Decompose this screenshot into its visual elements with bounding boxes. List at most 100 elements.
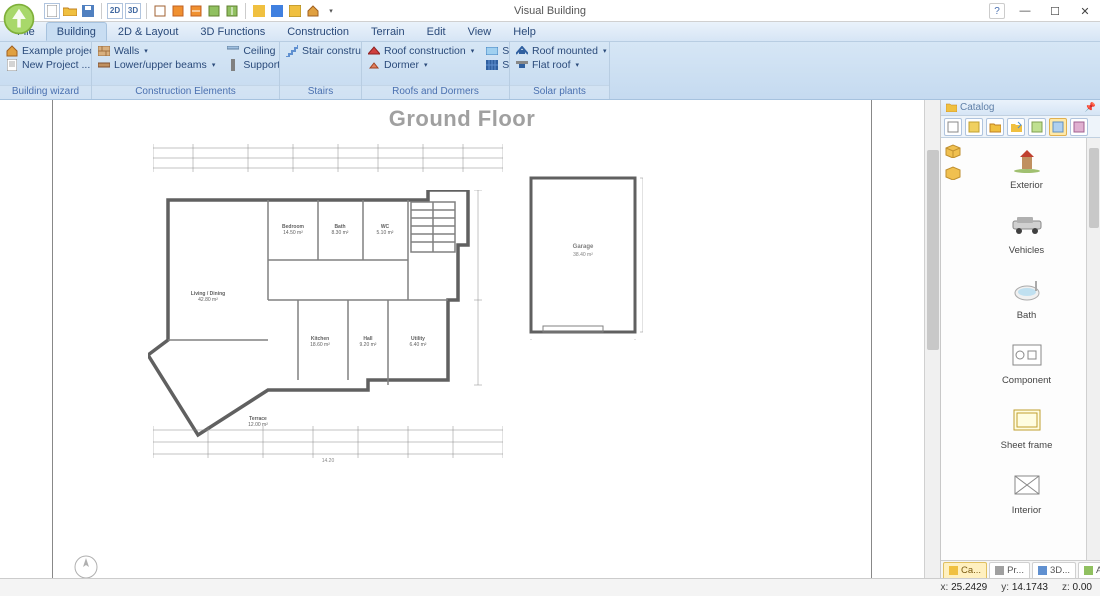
qa-color-icon[interactable] — [287, 3, 303, 19]
catalog-panel: Catalog 📌 Exterior Vehicles Bath Component S… — [940, 100, 1100, 578]
catalog-item-exterior[interactable]: Exterior — [973, 144, 1080, 191]
maximize-button[interactable]: ☐ — [1040, 0, 1070, 22]
drawing-canvas[interactable]: Ground Floor — [0, 100, 924, 578]
catalog-tab-2[interactable] — [986, 118, 1004, 136]
side-tab-3d[interactable]: 3D... — [1032, 562, 1076, 578]
side-tab-ar[interactable]: Ar... — [1078, 562, 1100, 578]
qa-save-icon[interactable] — [80, 3, 96, 19]
sheet-title: Ground Floor — [53, 106, 871, 132]
stair-construction-button[interactable]: Stair construction▾ — [284, 44, 361, 57]
catalog-item-label: Sheet frame — [1001, 440, 1053, 451]
qa-tool-icon[interactable] — [224, 3, 240, 19]
qa-dropdown-icon[interactable]: ▾ — [323, 3, 339, 19]
side-tab-ca[interactable]: Ca... — [943, 562, 987, 578]
vertical-scrollbar[interactable] — [924, 100, 940, 578]
tab-3d-functions[interactable]: 3D Functions — [189, 22, 276, 41]
scrollbar-thumb[interactable] — [927, 150, 939, 350]
catalog-item-bath[interactable]: Bath — [973, 274, 1080, 321]
pin-icon[interactable]: 📌 — [1085, 102, 1096, 113]
pr-icon — [995, 566, 1004, 575]
vehicles-icon — [1009, 209, 1045, 241]
qa-color-icon[interactable] — [269, 3, 285, 19]
catalog-tab-6[interactable] — [1070, 118, 1088, 136]
status-y: y: 14.1743 — [1001, 582, 1048, 593]
catalog-header[interactable]: Catalog 📌 — [941, 100, 1100, 116]
svg-text:6.40 m²: 6.40 m² — [410, 342, 427, 348]
close-button[interactable]: ✕ — [1070, 0, 1100, 22]
tab-help[interactable]: Help — [502, 22, 547, 41]
qa-home-icon[interactable] — [305, 3, 321, 19]
qa-tool-icon[interactable] — [170, 3, 186, 19]
skylights-button[interactable]: Skylights▾ — [484, 44, 509, 57]
tab-edit[interactable]: Edit — [416, 22, 457, 41]
chevron-down-icon: ▾ — [576, 61, 580, 69]
qa-open-icon[interactable] — [62, 3, 78, 19]
tab-view[interactable]: View — [457, 22, 503, 41]
box-icon[interactable] — [944, 142, 962, 160]
sheet: Ground Floor — [52, 100, 872, 578]
doc-icon — [6, 59, 18, 71]
ribbon-group-label: Stairs — [280, 85, 361, 99]
qa-tool-icon[interactable] — [188, 3, 204, 19]
catalog-tab-4[interactable] — [1028, 118, 1046, 136]
qa-3d-icon[interactable]: 3D — [125, 3, 141, 19]
interior-icon — [1009, 469, 1045, 501]
catalog-item-vehicles[interactable]: Vehicles — [973, 209, 1080, 256]
ribbon-group-solar-plants: Roof mounted▾Flat roof▾AnalysisSolar pla… — [510, 42, 610, 99]
stair-icon — [286, 45, 298, 57]
help-icon[interactable]: ? — [989, 3, 1005, 19]
qa-tool-icon[interactable] — [152, 3, 168, 19]
chevron-down-icon: ▾ — [144, 47, 148, 55]
tab-2d-layout[interactable]: 2D & Layout — [107, 22, 190, 41]
catalog-tab-3[interactable] — [1007, 118, 1025, 136]
main-area: Ground Floor — [0, 100, 1100, 578]
quick-access-toolbar: 2D 3D ▾ — [0, 0, 1100, 22]
catalog-scrollbar[interactable] — [1086, 138, 1100, 560]
ceiling-button[interactable]: Ceiling▾ — [225, 44, 279, 57]
flat-roof-button[interactable]: Flat roof▾ — [514, 58, 608, 71]
tab-terrain[interactable]: Terrain — [360, 22, 416, 41]
ribbon-group-stairs: Stair construction▾ Stairs — [280, 42, 362, 99]
catalog-item-component[interactable]: Component — [973, 339, 1080, 386]
catalog-tab-5[interactable] — [1049, 118, 1067, 136]
new-project--button[interactable]: New Project ... — [4, 58, 91, 71]
qa-tool-icon[interactable] — [206, 3, 222, 19]
catalog-item-interior[interactable]: Interior — [973, 469, 1080, 516]
roof-construction-button[interactable]: Roof construction▾ — [366, 44, 476, 57]
status-z: z: 0.00 — [1062, 582, 1092, 593]
walls-button[interactable]: Walls▾ — [96, 44, 217, 57]
catalog-item-sheet-frame[interactable]: Sheet frame — [973, 404, 1080, 451]
separator — [101, 3, 102, 19]
dormer-button[interactable]: Dormer▾ — [366, 58, 476, 71]
catalog-item-label: Exterior — [1010, 180, 1043, 191]
app-orb[interactable] — [2, 2, 36, 36]
solar-element-button[interactable]: Solar element▾ — [484, 58, 509, 71]
3d-icon — [1038, 566, 1047, 575]
ribbon-group-label: Roofs and Dormers — [362, 85, 509, 99]
side-tab-pr[interactable]: Pr... — [989, 562, 1030, 578]
flatroof-icon — [516, 59, 528, 71]
scrollbar-thumb[interactable] — [1089, 148, 1099, 228]
solar-icon — [486, 59, 498, 71]
qa-2d-icon[interactable]: 2D — [107, 3, 123, 19]
ceiling-icon — [227, 45, 239, 57]
catalog-tab-1[interactable] — [965, 118, 983, 136]
supports-button[interactable]: Supports▾ — [225, 58, 279, 71]
catalog-body: Exterior Vehicles Bath Component Sheet frame… — [941, 138, 1100, 560]
chevron-down-icon: ▾ — [603, 47, 607, 55]
svg-text:9.20 m²: 9.20 m² — [360, 342, 377, 348]
roofm-icon — [516, 45, 528, 57]
qa-new-icon[interactable] — [44, 3, 60, 19]
roof-mounted-button[interactable]: Roof mounted▾ — [514, 44, 608, 57]
catalog-tab-0[interactable] — [944, 118, 962, 136]
svg-text:18.60 m²: 18.60 m² — [310, 342, 330, 348]
tab-construction[interactable]: Construction — [276, 22, 360, 41]
example-projects--button[interactable]: Example projects ... — [4, 44, 91, 57]
svg-text:8.30 m²: 8.30 m² — [332, 230, 349, 236]
dormer-icon — [368, 59, 380, 71]
lower-upper-beams-button[interactable]: Lower/upper beams▾ — [96, 58, 217, 71]
box-icon[interactable] — [944, 164, 962, 182]
minimize-button[interactable]: — — [1010, 0, 1040, 22]
qa-color-icon[interactable] — [251, 3, 267, 19]
tab-building[interactable]: Building — [46, 22, 107, 41]
